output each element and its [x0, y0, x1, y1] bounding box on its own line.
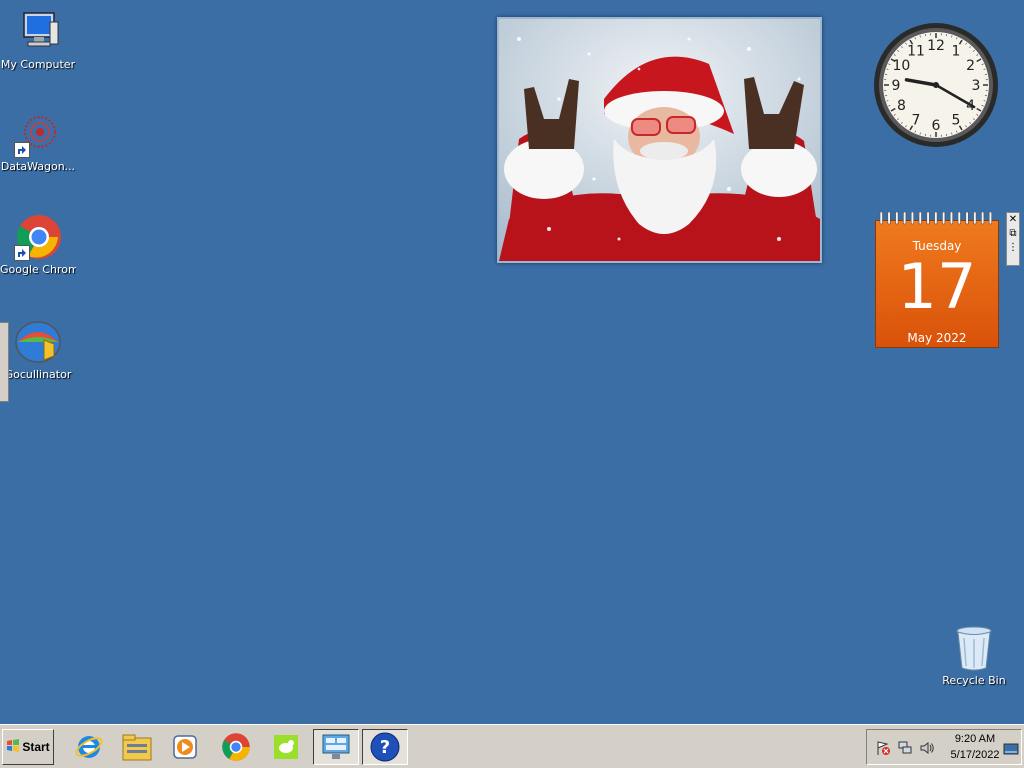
clock-numeral: 7: [912, 113, 921, 129]
calendar-month-year: May 2022: [907, 331, 967, 345]
calendar-ring: [879, 212, 883, 225]
sidebar-tab-handle[interactable]: [0, 322, 9, 402]
desktop-icon-label: Google Chrome: [0, 263, 76, 276]
clock-gadget[interactable]: 121234567891011: [873, 22, 999, 148]
desktop-icon-recycle-bin[interactable]: Recycle Bin: [936, 624, 1012, 687]
taskbar-control-panel[interactable]: [313, 729, 359, 765]
drag-handle-icon[interactable]: ⋮: [1007, 241, 1019, 255]
file-explorer-icon: [122, 734, 152, 761]
clock-numeral: 12: [927, 38, 945, 54]
calendar-ring: [887, 212, 891, 225]
tray-clock-date[interactable]: 5/17/2022: [945, 749, 1005, 761]
gadget-controls: ✕ ⧉ ⋮: [1006, 212, 1020, 266]
chrome-icon: [222, 733, 250, 761]
computer-icon: [14, 8, 62, 56]
control-panel-icon: [322, 734, 350, 759]
chrome-icon: [14, 213, 62, 261]
calendar-ring: [934, 212, 938, 225]
slideshow-gadget[interactable]: [497, 17, 822, 263]
clock-numeral: 3: [972, 78, 981, 94]
clock-numeral: 6: [932, 118, 941, 134]
calendar-ring: [895, 212, 899, 225]
calendar-ring: [988, 212, 992, 225]
calendar-ring: [949, 212, 953, 225]
calendar-gadget[interactable]: Tuesday 17 May 2022: [874, 212, 1000, 350]
calendar-ring: [957, 212, 961, 225]
shortcut-arrow-icon: [14, 245, 30, 261]
internet-explorer-icon: [75, 736, 103, 758]
shortcut-arrow-icon: [14, 142, 30, 158]
options-icon[interactable]: ⧉: [1007, 227, 1019, 241]
network-icon[interactable]: [897, 740, 913, 760]
desktop-icon-google-chrome[interactable]: Google Chrome: [0, 213, 76, 276]
clock-numeral: 2: [966, 58, 975, 74]
clock-numeral: 8: [897, 98, 906, 114]
help-icon: ?: [370, 732, 400, 762]
calendar-ring: [981, 212, 985, 225]
desktop-icon-my-computer[interactable]: My Computer: [0, 8, 76, 71]
calendar-spiral-rings: [879, 212, 992, 225]
volume-icon[interactable]: [919, 740, 935, 760]
taskbar-help[interactable]: ?: [362, 729, 408, 765]
calendar-ring: [965, 212, 969, 225]
calendar-ring: [973, 212, 977, 225]
clock-numeral: 10: [892, 58, 910, 74]
clock-numeral: 9: [892, 78, 901, 94]
system-tray: 9:20 AM 5/17/2022: [866, 729, 1022, 765]
taskbar-green-app[interactable]: [263, 729, 309, 765]
start-button[interactable]: Start: [2, 729, 54, 765]
recycle-bin-icon: [950, 624, 998, 672]
taskbar-internet-explorer[interactable]: [66, 729, 112, 765]
desktop-icon-label: Gocullinator: [4, 368, 72, 381]
taskbar-media-player[interactable]: [162, 729, 208, 765]
datawagon-icon: [14, 110, 62, 158]
show-desktop-icon[interactable]: [1003, 742, 1019, 761]
desktop-icon-label: My Computer: [0, 58, 76, 71]
windows-logo-icon: [6, 738, 20, 756]
desktop: My Computer DataWagon... Google Chrom Go…: [0, 0, 1024, 724]
taskbar-chrome[interactable]: [213, 729, 259, 765]
calendar-day-number: 17: [897, 250, 977, 323]
media-player-icon: [173, 735, 197, 759]
analog-clock-face: 121234567891011: [874, 23, 998, 147]
tray-clock-time[interactable]: 9:20 AM: [945, 733, 1005, 745]
app-green-icon: [274, 735, 298, 759]
calendar-ring: [903, 212, 907, 225]
clock-numeral: 5: [952, 113, 961, 129]
desktop-icon-label: Recycle Bin: [942, 674, 1006, 687]
taskbar-file-explorer[interactable]: [114, 729, 160, 765]
svg-text:?: ?: [380, 737, 390, 758]
gocullinator-icon: [14, 318, 62, 366]
calendar-page: Tuesday 17 May 2022: [875, 220, 999, 348]
calendar-ring: [926, 212, 930, 225]
desktop-icon-gocullinator[interactable]: Gocullinator: [0, 318, 76, 381]
calendar-ring: [910, 212, 914, 225]
clock-numeral: 1: [952, 43, 961, 59]
taskbar: Start ? 9:20 AM 5/17/2022: [0, 724, 1024, 768]
close-icon[interactable]: ✕: [1007, 213, 1019, 227]
desktop-icon-label: DataWagon...: [0, 160, 76, 173]
calendar-ring: [942, 212, 946, 225]
clock-numeral: 11: [907, 43, 925, 59]
desktop-icon-datawagon[interactable]: DataWagon...: [0, 110, 76, 173]
calendar-ring: [918, 212, 922, 225]
start-label: Start: [22, 740, 50, 754]
santa-photo: [499, 19, 820, 261]
action-center-flag-icon[interactable]: [875, 740, 891, 760]
